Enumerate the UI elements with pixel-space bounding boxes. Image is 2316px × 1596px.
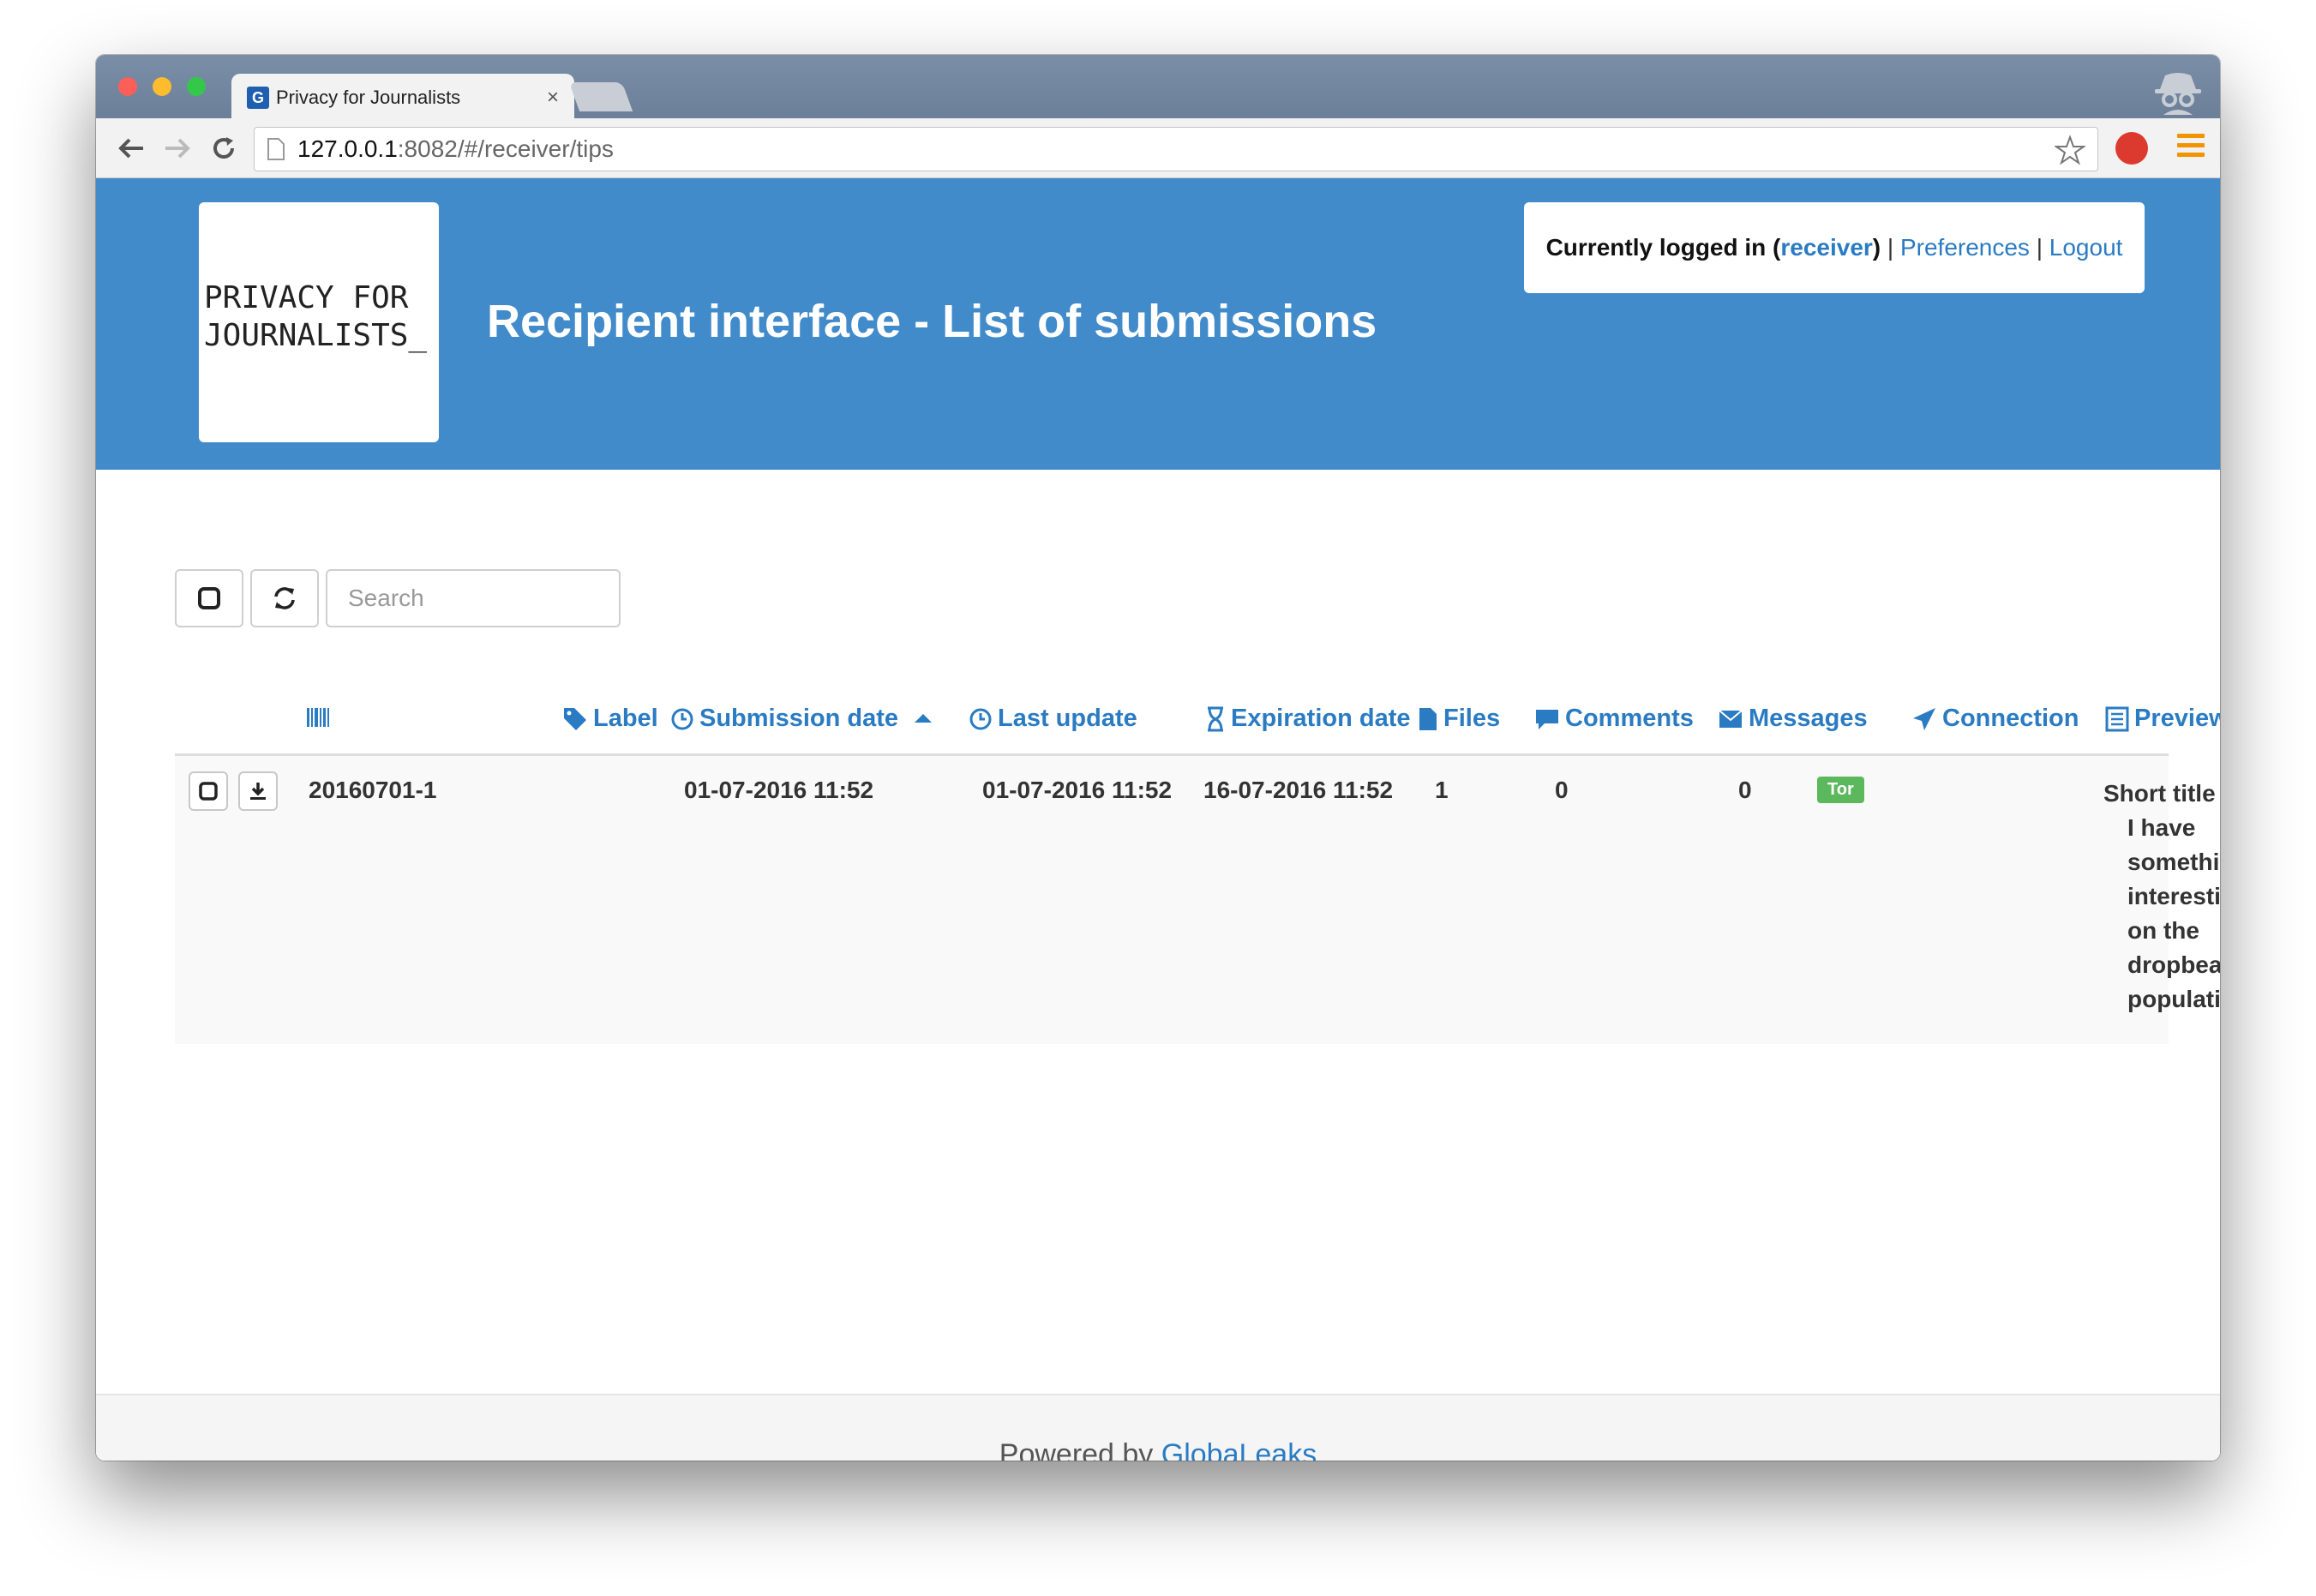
column-comments[interactable]: Comments [1534, 705, 1694, 733]
page-footer: Powered by GlobaLeaks [96, 1394, 2220, 1461]
column-connection[interactable]: Connection [1911, 705, 2079, 733]
sort-up-icon [915, 713, 933, 723]
table-header: Label Submission date Last update Expira… [175, 693, 2220, 756]
tag-icon [564, 707, 586, 730]
star-icon[interactable] [2053, 135, 2087, 170]
incognito-icon [2151, 67, 2205, 115]
separator: | [2029, 234, 2049, 261]
tab-title: Privacy for Journalists [276, 87, 461, 108]
submissions-table: Label Submission date Last update Expira… [175, 693, 2220, 1044]
comment-icon [1536, 709, 1558, 729]
logo[interactable]: PRIVACY FOR JOURNALISTS_ [199, 202, 439, 442]
column-last-update[interactable]: Last update [969, 705, 1137, 733]
column-preview[interactable]: Preview [2105, 705, 2220, 733]
column-label[interactable]: Label [562, 705, 658, 733]
checkbox-icon [198, 587, 220, 609]
preview-body: I have something interesting on the drop… [2127, 814, 2220, 1012]
row-select-button[interactable] [189, 771, 228, 811]
send-icon [1913, 707, 1935, 730]
column-submission-date[interactable]: Submission date [670, 705, 934, 733]
column-connection-text: Connection [1942, 705, 2079, 732]
page-header: PRIVACY FOR JOURNALISTS_ Recipient inter… [96, 178, 2220, 470]
download-icon [250, 783, 266, 800]
expiration-date: 16-07-2016 11:52 [1203, 777, 1394, 803]
search-input[interactable] [326, 569, 621, 627]
page-title: Recipient interface - List of submission… [487, 296, 1377, 347]
column-files[interactable]: Files [1418, 705, 1500, 733]
column-messages[interactable]: Messages [1718, 705, 1868, 733]
files-count: 1 [1435, 777, 1449, 803]
column-preview-text: Preview [2134, 705, 2220, 732]
logged-in-close: ) [1872, 234, 1881, 261]
barcode-icon[interactable] [305, 705, 331, 730]
submission-date: 01-07-2016 11:52 [684, 777, 874, 803]
logged-in-label: Currently logged in ( [1545, 234, 1781, 261]
url-host: 127.0.0.1 [297, 135, 398, 162]
browser-menu-button[interactable] [2177, 134, 2205, 162]
extension-icon[interactable] [2115, 132, 2148, 165]
column-expiration-date[interactable]: Expiration date [1205, 705, 1411, 733]
browser-window: G Privacy for Journalists × 127.0.0.1:8… [96, 55, 2220, 1461]
user-status-box: Currently logged in (receiver) | Prefere… [1524, 202, 2145, 293]
column-messages-text: Messages [1749, 705, 1868, 732]
logout-link[interactable]: Logout [2049, 234, 2123, 261]
browser-toolbar: 127.0.0.1:8082/#/receiver/tips [96, 118, 2220, 178]
tab-close-icon[interactable]: × [547, 86, 559, 110]
column-expiration-date-text: Expiration date [1231, 705, 1411, 732]
forward-arrow-icon[interactable] [159, 130, 195, 166]
logo-text: PRIVACY FOR JOURNALISTS_ [204, 280, 428, 353]
title-bar: G Privacy for Journalists × [96, 55, 2220, 122]
last-update: 01-07-2016 11:52 [982, 777, 1173, 803]
globaleaks-favicon-icon: G [247, 87, 269, 109]
reload-icon[interactable] [206, 130, 242, 166]
new-tab-button[interactable] [568, 82, 633, 111]
messages-count: 0 [1738, 777, 1752, 803]
table-row[interactable]: 20160701-1 01-07-2016 11:52 01-07-2016 1… [175, 756, 2220, 1044]
clock-icon [969, 708, 992, 729]
column-last-update-text: Last update [998, 705, 1137, 732]
powered-by-text: Powered by [999, 1437, 1161, 1461]
connection-badge: Tor [1817, 777, 1864, 803]
select-all-button[interactable] [175, 569, 243, 627]
envelope-icon [1719, 709, 1743, 728]
page-content: PRIVACY FOR JOURNALISTS_ Recipient inter… [96, 178, 2220, 1461]
preview-title: Short title [2103, 780, 2216, 807]
username-link[interactable]: receiver [1780, 234, 1872, 261]
separator: | [1881, 234, 1900, 261]
submission-id[interactable]: 20160701-1 [309, 777, 436, 804]
preview-cell: Short title I have something interesting… [2103, 777, 2220, 1017]
list-controls [175, 569, 621, 629]
clock-icon [671, 708, 693, 729]
column-comments-text: Comments [1565, 705, 1694, 732]
column-files-text: Files [1443, 705, 1501, 732]
comments-count: 0 [1555, 777, 1569, 803]
address-bar[interactable]: 127.0.0.1:8082/#/receiver/tips [254, 127, 2098, 171]
close-window-button[interactable] [118, 77, 137, 96]
hourglass-icon [1208, 706, 1223, 731]
globaleaks-link[interactable]: GlobaLeaks [1161, 1438, 1317, 1461]
url-path: :8082/#/receiver/tips [397, 135, 614, 162]
minimize-window-button[interactable] [153, 77, 171, 96]
file-icon [1419, 707, 1437, 730]
refresh-button[interactable] [250, 569, 319, 627]
browser-tab[interactable]: G Privacy for Journalists × [231, 74, 574, 122]
back-arrow-icon[interactable] [113, 130, 149, 166]
column-label-text: Label [593, 705, 658, 732]
maximize-window-button[interactable] [187, 77, 206, 96]
refresh-icon [274, 587, 295, 609]
checkbox-icon [199, 782, 218, 801]
page-icon [267, 138, 285, 160]
column-submission-date-text: Submission date [699, 705, 899, 732]
preferences-link[interactable]: Preferences [1900, 234, 2030, 261]
list-icon [2105, 706, 2129, 731]
row-download-button[interactable] [238, 771, 278, 811]
